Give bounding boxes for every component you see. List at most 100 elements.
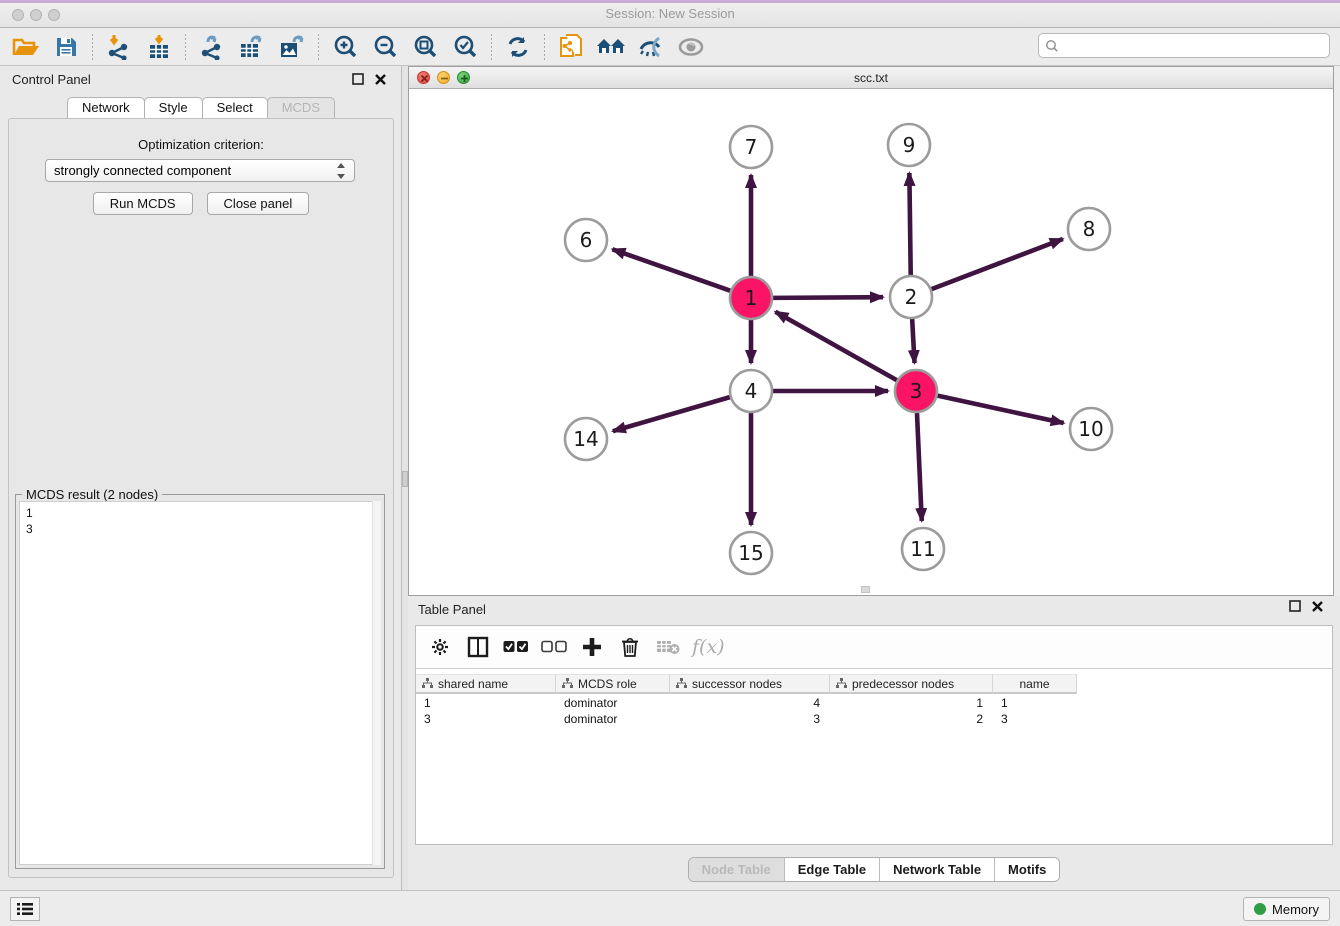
graph-edge-1-2[interactable] xyxy=(773,297,883,298)
zoom-in-icon[interactable] xyxy=(328,32,362,62)
network-window-titlebar[interactable]: scc.txt xyxy=(409,67,1333,89)
graph-node-14[interactable]: 14 xyxy=(565,418,607,460)
cell-predecessor-nodes[interactable]: 1 xyxy=(830,696,993,712)
column-header-shared-name[interactable]: shared name xyxy=(416,674,556,694)
graph-node-15[interactable]: 15 xyxy=(730,532,772,574)
table-tabs: Node TableEdge TableNetwork TableMotifs xyxy=(688,857,1061,882)
search-input[interactable] xyxy=(1059,37,1329,55)
graph-node-2[interactable]: 2 xyxy=(890,276,932,318)
table-close-icon[interactable] xyxy=(1311,600,1324,613)
graph-node-label: 4 xyxy=(745,379,758,403)
import-network-icon[interactable] xyxy=(102,32,136,62)
tab-network[interactable]: Network xyxy=(67,97,145,118)
column-header-predecessor-nodes[interactable]: predecessor nodes xyxy=(830,674,993,694)
column-type-icon xyxy=(836,677,847,691)
cell-shared-name[interactable]: 1 xyxy=(416,696,556,712)
task-list-icon xyxy=(17,902,33,916)
column-header-successor-nodes[interactable]: successor nodes xyxy=(670,674,830,694)
criterion-select[interactable]: strongly connected component xyxy=(45,159,355,182)
cell-predecessor-nodes[interactable]: 2 xyxy=(830,712,993,728)
select-all-checkboxes-icon[interactable] xyxy=(502,633,530,661)
table-row[interactable]: 3dominator323 xyxy=(416,712,1332,728)
network-resize-handle[interactable] xyxy=(861,586,870,593)
table-panel: Table Panel xyxy=(408,596,1340,890)
table-options-gear-icon[interactable] xyxy=(426,633,454,661)
close-panel-icon[interactable] xyxy=(374,73,387,86)
table-float-icon[interactable] xyxy=(1289,600,1302,613)
hide-selected-icon[interactable] xyxy=(634,32,668,62)
float-panel-icon[interactable] xyxy=(352,73,365,86)
result-scrollbar[interactable] xyxy=(372,501,381,865)
graph-edge-2-8[interactable] xyxy=(932,239,1063,289)
export-network-icon[interactable] xyxy=(195,32,229,62)
tab-select[interactable]: Select xyxy=(202,97,268,118)
graph-node-label: 1 xyxy=(745,286,758,310)
import-table-icon[interactable] xyxy=(142,32,176,62)
close-panel-button[interactable]: Close panel xyxy=(207,192,310,215)
graph-node-6[interactable]: 6 xyxy=(565,219,607,261)
network-window-title: scc.txt xyxy=(409,71,1333,85)
graph-node-9[interactable]: 9 xyxy=(888,124,930,166)
cell-shared-name[interactable]: 3 xyxy=(416,712,556,728)
first-neighbors-icon[interactable] xyxy=(594,32,628,62)
memory-label: Memory xyxy=(1272,902,1319,917)
graph-node-1[interactable]: 1 xyxy=(730,277,772,319)
cell-MCDS-role[interactable]: dominator xyxy=(556,712,670,728)
tab-node-table[interactable]: Node Table xyxy=(689,858,785,881)
graph-edge-2-9[interactable] xyxy=(909,173,910,275)
mcds-result-text[interactable]: 1 3 xyxy=(19,501,381,865)
graph-node-4[interactable]: 4 xyxy=(730,370,772,412)
main-toolbar xyxy=(0,28,1340,66)
column-header-name[interactable]: name xyxy=(993,674,1077,694)
graph-edge-3-10[interactable] xyxy=(937,396,1063,423)
table-header-row: shared nameMCDS rolesuccessor nodesprede… xyxy=(416,674,1077,694)
add-column-icon[interactable] xyxy=(578,633,606,661)
save-session-icon[interactable] xyxy=(49,32,83,62)
toolbar-separator xyxy=(185,34,186,60)
tab-network-table[interactable]: Network Table xyxy=(880,858,995,881)
tab-motifs[interactable]: Motifs xyxy=(995,858,1059,881)
delete-columns-icon[interactable] xyxy=(616,633,644,661)
tab-edge-table[interactable]: Edge Table xyxy=(785,858,880,881)
new-network-from-selection-icon[interactable] xyxy=(554,32,588,62)
tab-mcds[interactable]: MCDS xyxy=(267,97,335,118)
graph-node-11[interactable]: 11 xyxy=(902,528,944,570)
toolbar-separator xyxy=(491,34,492,60)
cell-successor-nodes[interactable]: 4 xyxy=(670,696,830,712)
graph-edge-2-3[interactable] xyxy=(912,319,914,363)
graph-node-8[interactable]: 8 xyxy=(1068,208,1110,250)
cell-name[interactable]: 1 xyxy=(993,696,1077,712)
export-image-icon[interactable] xyxy=(275,32,309,62)
graph-edge-1-6[interactable] xyxy=(612,249,730,290)
open-session-icon[interactable] xyxy=(9,32,43,62)
table-row[interactable]: 1dominator411 xyxy=(416,696,1332,712)
search-field[interactable] xyxy=(1038,33,1330,58)
network-canvas-svg[interactable]: 7 9 6 8 1 2 4 3 14 10 15 11 xyxy=(409,89,1333,595)
graph-node-3[interactable]: 3 xyxy=(895,370,937,412)
export-table-icon[interactable] xyxy=(235,32,269,62)
zoom-selected-icon[interactable] xyxy=(448,32,482,62)
graph-node-label: 2 xyxy=(905,285,918,309)
column-header-MCDS-role[interactable]: MCDS role xyxy=(556,674,670,694)
zoom-out-icon[interactable] xyxy=(368,32,402,62)
tab-style[interactable]: Style xyxy=(144,97,203,118)
graph-edge-3-11[interactable] xyxy=(917,413,922,521)
control-panel-tabs: NetworkStyleSelectMCDS xyxy=(0,97,401,118)
zoom-fit-icon[interactable] xyxy=(408,32,442,62)
refresh-view-icon[interactable] xyxy=(501,32,535,62)
graph-edge-4-14[interactable] xyxy=(613,397,730,431)
title-bar: Session: New Session xyxy=(0,0,1340,28)
cell-MCDS-role[interactable]: dominator xyxy=(556,696,670,712)
graph-edge-3-1[interactable] xyxy=(775,312,896,380)
unselect-all-checkboxes-icon[interactable] xyxy=(540,633,568,661)
run-mcds-button[interactable]: Run MCDS xyxy=(93,192,193,215)
cell-successor-nodes[interactable]: 3 xyxy=(670,712,830,728)
graph-node-7[interactable]: 7 xyxy=(730,126,772,168)
cell-name[interactable]: 3 xyxy=(993,712,1077,728)
task-history-button[interactable] xyxy=(10,897,40,921)
show-columns-icon[interactable] xyxy=(464,633,492,661)
delete-table-icon-disabled xyxy=(654,633,682,661)
graph-node-label: 7 xyxy=(745,135,758,159)
graph-node-10[interactable]: 10 xyxy=(1070,408,1112,450)
memory-button[interactable]: Memory xyxy=(1243,897,1330,921)
